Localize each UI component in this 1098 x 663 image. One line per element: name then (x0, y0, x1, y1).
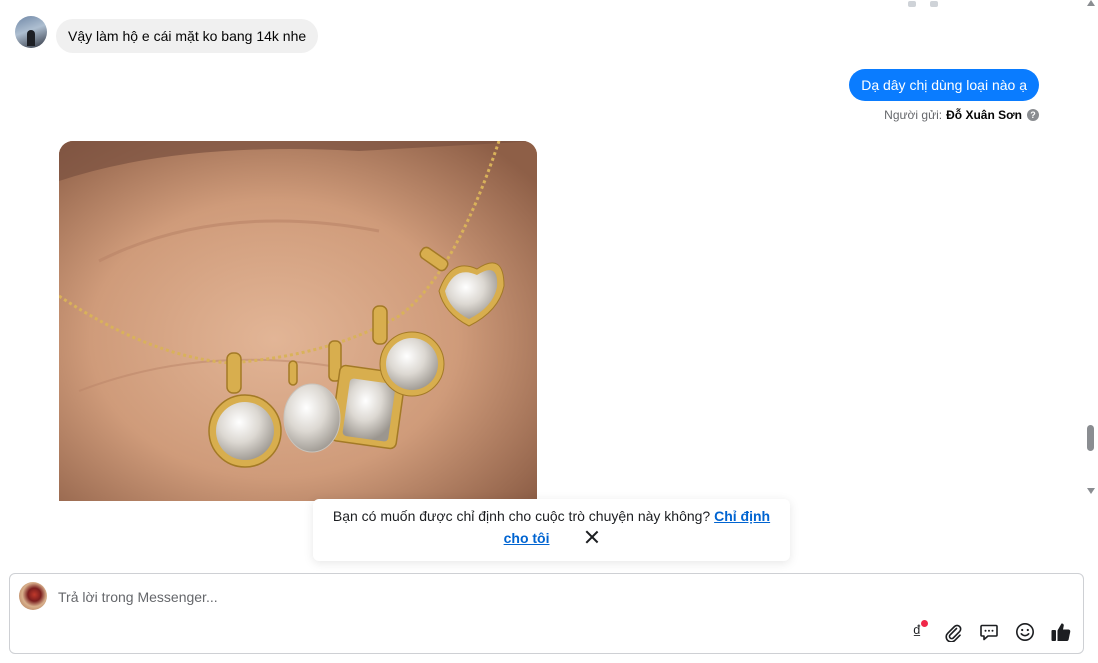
close-icon[interactable] (585, 530, 599, 544)
dong-currency-icon[interactable]: ₫ (905, 620, 929, 644)
reply-composer: ₫ (9, 573, 1084, 654)
assign-conversation-banner: Bạn có muốn được chỉ định cho cuộc trò c… (313, 499, 790, 561)
chat-scrollbar[interactable] (1084, 0, 1098, 500)
emoji-icon[interactable] (1013, 620, 1037, 644)
notification-dot (921, 620, 928, 627)
incoming-message-bubble[interactable]: Vậy làm hộ e cái mặt ko bang 14k nhe (56, 19, 319, 53)
thumbs-up-icon[interactable] (1049, 620, 1073, 644)
paperclip-icon[interactable] (941, 620, 965, 644)
contact-avatar[interactable] (15, 16, 47, 48)
conversation-thread: Vậy làm hộ e cái mặt ko bang 14k nhe Dạ … (0, 0, 1084, 560)
sender-info: Người gửi: Đỗ Xuân Sơn ? (884, 108, 1039, 122)
sender-name: Đỗ Xuân Sơn (946, 108, 1022, 122)
scroll-down-arrow-icon[interactable] (1087, 488, 1095, 494)
outgoing-message-bubble[interactable]: Dạ dây chị dùng loại nào ạ (849, 69, 1039, 101)
saved-replies-icon[interactable] (977, 620, 1001, 644)
assign-to-me-link[interactable]: Chỉ định (714, 508, 770, 524)
sender-prefix: Người gửi: (884, 108, 943, 122)
assign-to-me-link-continued[interactable]: cho tôi (504, 530, 550, 546)
message-image[interactable] (59, 141, 537, 501)
scroll-thumb[interactable] (1087, 425, 1094, 451)
previous-message-reactions (908, 0, 958, 7)
reply-input[interactable] (58, 586, 758, 608)
help-icon[interactable]: ? (1027, 109, 1039, 121)
composer-toolbar: ₫ (893, 620, 1073, 644)
my-avatar (19, 582, 47, 610)
necklace-photo (59, 141, 537, 501)
assign-question: Bạn có muốn được chỉ định cho cuộc trò c… (332, 508, 711, 524)
scroll-up-arrow-icon[interactable] (1087, 0, 1095, 6)
